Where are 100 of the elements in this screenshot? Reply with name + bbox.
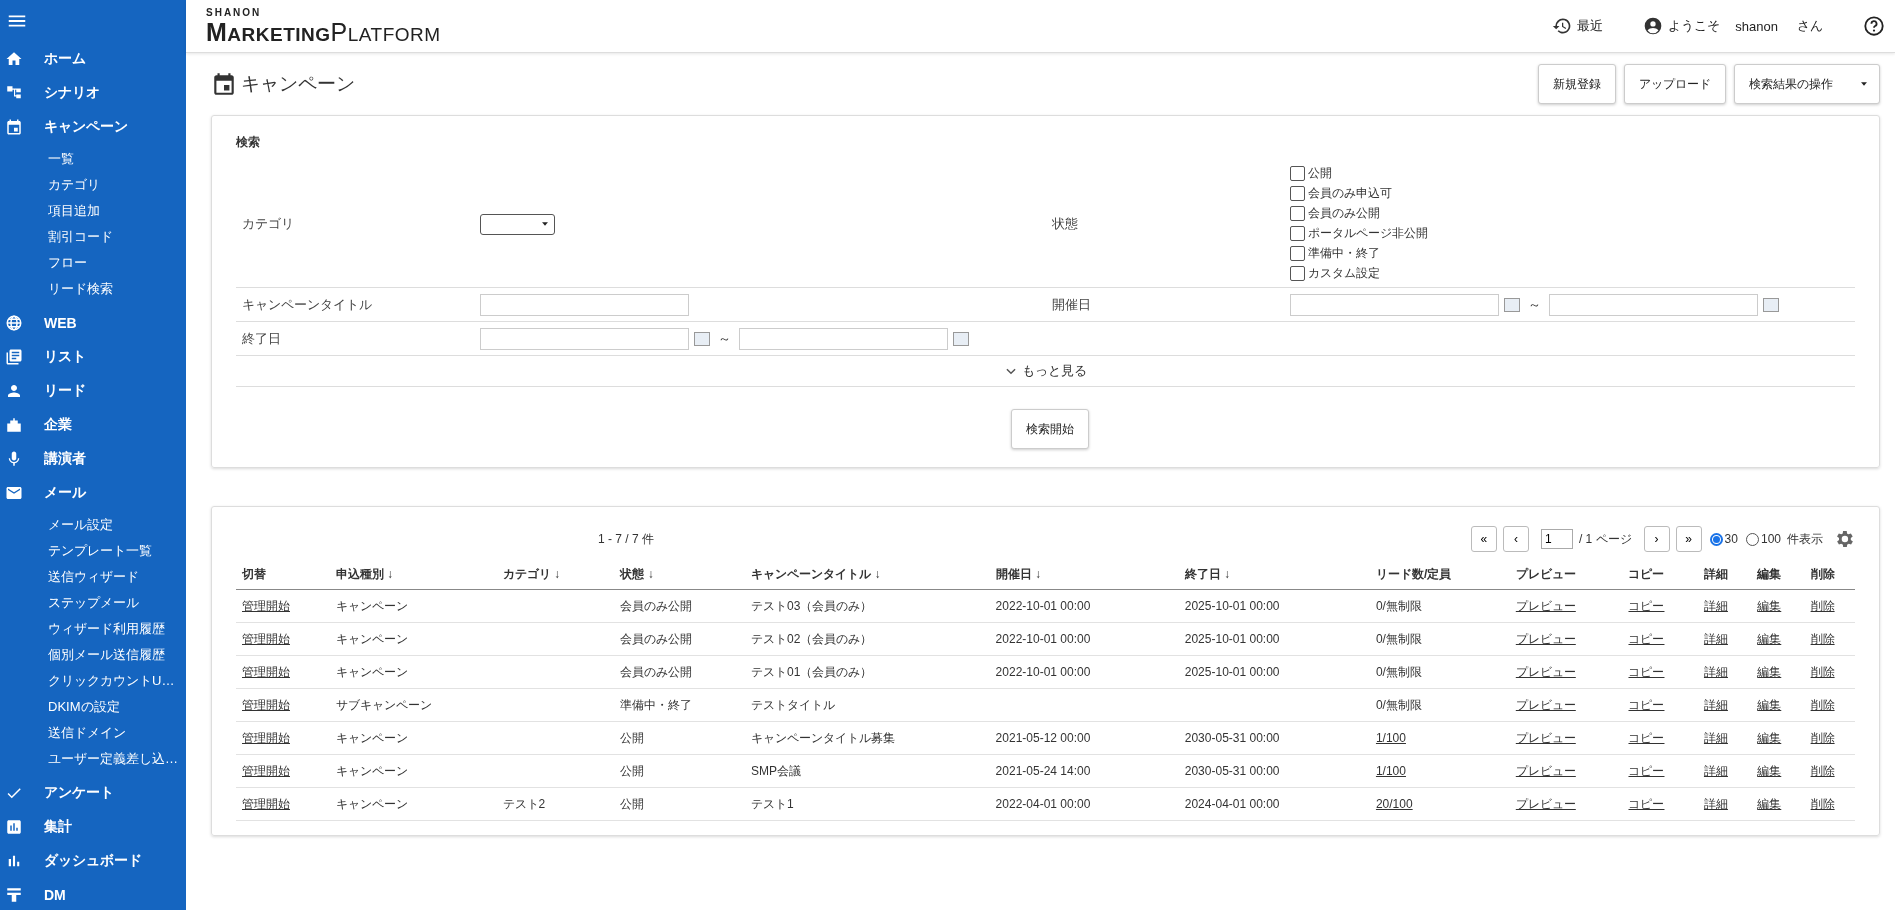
table-link[interactable]: コピー	[1628, 697, 1665, 712]
nav-label[interactable]: ホーム	[44, 50, 86, 68]
column-header[interactable]: 削除	[1804, 559, 1855, 590]
table-link[interactable]: コピー	[1628, 598, 1665, 613]
nav-label[interactable]: WEB	[44, 315, 77, 331]
nav-label[interactable]: ダッシュボード	[44, 852, 142, 870]
next-page-button[interactable]: ›	[1643, 526, 1670, 552]
table-link[interactable]: コピー	[1628, 796, 1665, 811]
nav-label[interactable]: メール	[44, 484, 86, 502]
nav-subitem[interactable]: メール設定	[0, 512, 186, 538]
table-link[interactable]: コピー	[1628, 664, 1665, 679]
table-link[interactable]: 1/100	[1375, 764, 1406, 778]
table-link[interactable]: コピー	[1628, 763, 1665, 778]
first-page-button[interactable]: «	[1470, 526, 1497, 552]
nav-subitem[interactable]: ステップメール	[0, 590, 186, 616]
table-link[interactable]: 詳細	[1703, 763, 1728, 778]
table-link[interactable]: 管理開始	[242, 631, 290, 646]
nav-subitem[interactable]: 項目追加	[0, 198, 186, 224]
column-header[interactable]: コピー	[1622, 559, 1698, 590]
table-link[interactable]: 削除	[1810, 664, 1835, 679]
checkbox[interactable]	[1290, 225, 1305, 241]
nav-subitem[interactable]: 割引コード	[0, 224, 186, 250]
column-header[interactable]: 開催日 ↓	[989, 559, 1179, 590]
nav-label[interactable]: キャンペーン	[44, 118, 128, 136]
table-link[interactable]: 編集	[1757, 763, 1782, 778]
recent-link[interactable]: 最近	[1577, 17, 1604, 35]
table-link[interactable]: 削除	[1810, 730, 1835, 745]
table-link[interactable]: 詳細	[1703, 598, 1728, 613]
table-link[interactable]: 編集	[1757, 631, 1782, 646]
table-link[interactable]: 20/100	[1375, 797, 1413, 811]
nav-subitem[interactable]: フロー	[0, 250, 186, 276]
nav-subitem[interactable]: テンプレート一覧	[0, 538, 186, 564]
nav-subitem[interactable]: 送信ウィザード	[0, 564, 186, 590]
nav-subitem[interactable]: 個別メール送信履歴	[0, 642, 186, 668]
calendar-icon[interactable]	[1763, 297, 1779, 312]
page-field[interactable]: 1	[1540, 529, 1573, 549]
table-link[interactable]: 詳細	[1703, 664, 1728, 679]
table-link[interactable]: 管理開始	[242, 697, 290, 712]
date-field[interactable]	[480, 327, 689, 350]
column-header[interactable]: 状態 ↓	[614, 559, 746, 590]
nav-subitem[interactable]: ユーザー定義差し込…	[0, 746, 186, 772]
table-link[interactable]: 管理開始	[242, 598, 290, 613]
column-header[interactable]: 申込種別 ↓	[329, 559, 497, 590]
checkbox[interactable]	[1290, 265, 1305, 281]
checkbox[interactable]	[1290, 245, 1305, 261]
nav-label[interactable]: リスト	[44, 348, 86, 366]
date-field[interactable]	[1290, 293, 1499, 316]
table-link[interactable]: コピー	[1628, 631, 1665, 646]
nav-subitem[interactable]: クリックカウントU…	[0, 668, 186, 694]
table-link[interactable]: 編集	[1757, 730, 1782, 745]
table-link[interactable]: プレビュー	[1515, 763, 1576, 778]
table-link[interactable]: プレビュー	[1515, 664, 1576, 679]
table-link[interactable]: 詳細	[1703, 697, 1728, 712]
nav-subitem[interactable]: ウィザード利用履歴	[0, 616, 186, 642]
nav-subitem[interactable]: 送信ドメイン	[0, 720, 186, 746]
table-link[interactable]: プレビュー	[1515, 598, 1576, 613]
actions-dropdown[interactable]: 検索結果の操作	[1734, 64, 1880, 104]
table-link[interactable]: コピー	[1628, 730, 1665, 745]
nav-label[interactable]: DM	[44, 887, 66, 903]
calendar-icon[interactable]	[953, 331, 969, 346]
nav-subitem[interactable]: 一覧	[0, 146, 186, 172]
table-link[interactable]: プレビュー	[1515, 730, 1576, 745]
category-dropdown[interactable]	[480, 213, 555, 235]
calendar-icon[interactable]	[1504, 297, 1520, 312]
help-icon[interactable]	[1863, 15, 1885, 37]
table-link[interactable]: 削除	[1810, 598, 1835, 613]
nav-label[interactable]: アンケート	[44, 784, 114, 802]
nav-subitem[interactable]: リード検索	[0, 276, 186, 302]
last-page-button[interactable]: »	[1675, 526, 1702, 552]
date-field[interactable]	[1549, 293, 1758, 316]
table-link[interactable]: プレビュー	[1515, 631, 1576, 646]
table-link[interactable]: 管理開始	[242, 763, 290, 778]
nav-label[interactable]: リード	[44, 382, 86, 400]
table-link[interactable]: 削除	[1810, 697, 1835, 712]
calendar-icon[interactable]	[694, 331, 710, 346]
table-link[interactable]: 詳細	[1703, 730, 1728, 745]
table-link[interactable]: 削除	[1810, 631, 1835, 646]
table-link[interactable]: プレビュー	[1515, 697, 1576, 712]
nav-subitem[interactable]: DKIMの設定	[0, 694, 186, 720]
table-link[interactable]: 削除	[1810, 796, 1835, 811]
table-link[interactable]: 詳細	[1703, 631, 1728, 646]
column-header[interactable]: 切替	[236, 559, 330, 590]
radio-button[interactable]	[1709, 532, 1723, 546]
search-button[interactable]: 検索開始	[1010, 409, 1089, 449]
show-more-link[interactable]: もっと見る	[1004, 362, 1087, 380]
column-header[interactable]: プレビュー	[1509, 559, 1623, 590]
toolbar-button[interactable]: 新規登録	[1538, 64, 1616, 104]
nav-label[interactable]: 講演者	[44, 450, 86, 468]
checkbox[interactable]	[1290, 185, 1305, 201]
nav-label[interactable]: シナリオ	[44, 84, 100, 102]
column-header[interactable]: 詳細	[1697, 559, 1752, 590]
column-header[interactable]: 編集	[1751, 559, 1805, 590]
table-link[interactable]: 編集	[1757, 796, 1782, 811]
nav-subitem[interactable]: カテゴリ	[0, 172, 186, 198]
previous-page-button[interactable]: ‹	[1502, 526, 1529, 552]
column-header[interactable]: 終了日 ↓	[1178, 559, 1370, 590]
toolbar-button[interactable]: アップロード	[1624, 64, 1726, 104]
radio-button[interactable]	[1745, 532, 1759, 546]
column-header[interactable]: リード数/定員	[1369, 559, 1510, 590]
table-link[interactable]: 詳細	[1703, 796, 1728, 811]
